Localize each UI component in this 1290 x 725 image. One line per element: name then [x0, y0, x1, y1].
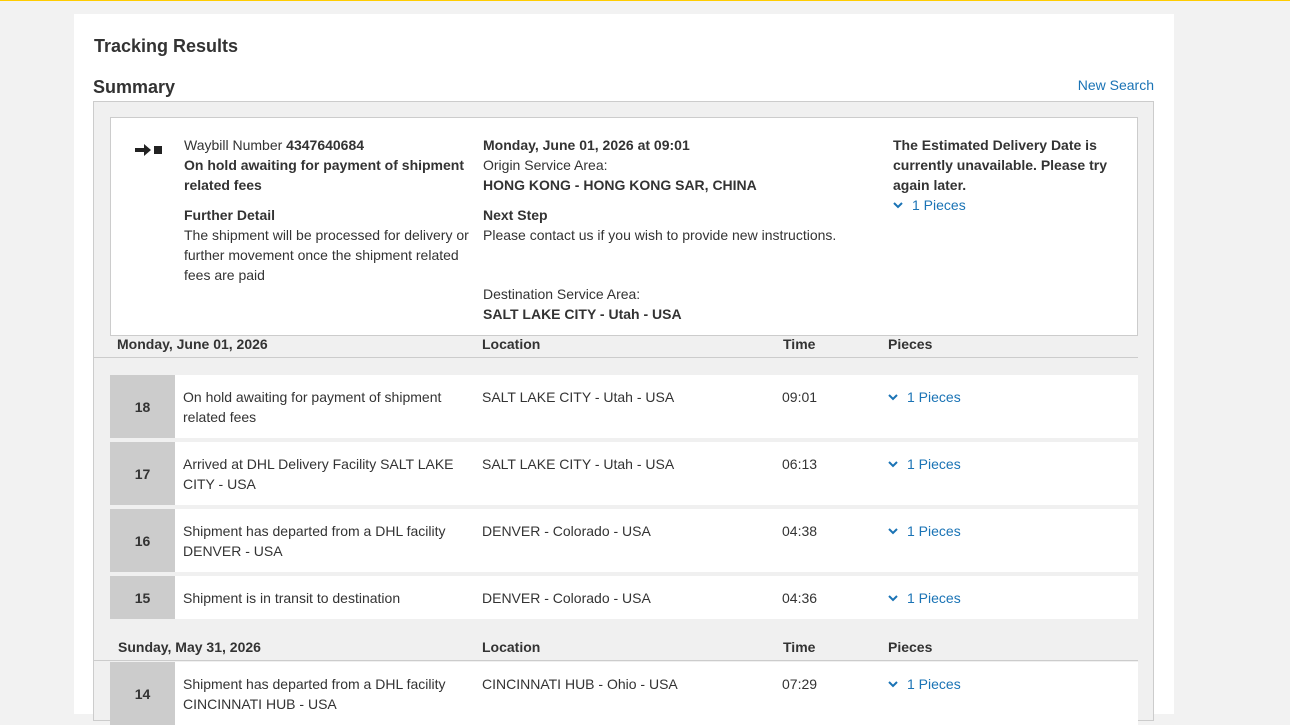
event-pieces-label: 1 Pieces — [907, 676, 961, 692]
event-location: SALT LAKE CITY - Utah - USA — [482, 456, 675, 472]
shipment-status: On hold awaiting for payment of shipment… — [184, 157, 465, 193]
event-pieces-label: 1 Pieces — [907, 590, 961, 606]
destination-label: Destination Service Area: — [483, 286, 641, 302]
destination-value: SALT LAKE CITY - Utah - USA — [483, 306, 682, 322]
origin-value: HONG KONG - HONG KONG SAR, CHINA — [483, 177, 757, 193]
event-number: 17 — [110, 442, 175, 505]
column-location: Location — [482, 336, 541, 352]
column-location: Location — [482, 639, 541, 655]
day-header: Monday, June 01, 2026 Location Time Piec… — [94, 336, 1138, 358]
event-pieces-label: 1 Pieces — [907, 456, 961, 472]
event-pieces-toggle[interactable]: 1 Pieces — [888, 674, 961, 694]
event-row: 14 Shipment has departed from a DHL faci… — [110, 662, 1138, 725]
summary-pieces-label: 1 Pieces — [912, 197, 966, 213]
summary-pieces-toggle[interactable]: 1 Pieces — [893, 195, 966, 215]
event-time: 07:29 — [782, 676, 818, 692]
event-row: 17 Arrived at DHL Delivery Facility SALT… — [110, 442, 1138, 505]
next-step-label: Next Step — [483, 207, 548, 223]
shipment-summary: Waybill Number 4347640684 On hold awaiti… — [110, 117, 1138, 336]
event-row: 18 On hold awaiting for payment of shipm… — [110, 375, 1138, 438]
event-number: 14 — [110, 662, 175, 725]
event-description: Shipment is in transit to destination — [183, 590, 401, 606]
waybill-label: Waybill Number — [184, 137, 283, 153]
results-panel: Waybill Number 4347640684 On hold awaiti… — [93, 101, 1154, 725]
chevron-down-icon — [893, 202, 903, 209]
shipment-arrow-icon — [135, 144, 162, 156]
chevron-down-icon — [888, 394, 898, 401]
summary-status-column: Waybill Number 4347640684 On hold awaiti… — [184, 135, 474, 285]
day-date: Sunday, May 31, 2026 — [118, 639, 261, 655]
summary-delivery-column: The Estimated Delivery Date is currently… — [893, 135, 1123, 215]
event-pieces-toggle[interactable]: 1 Pieces — [888, 521, 961, 541]
summary-route-column: Monday, June 01, 2026 at 09:01 Origin Se… — [483, 135, 863, 324]
column-pieces: Pieces — [888, 336, 933, 352]
event-number: 18 — [110, 375, 175, 438]
next-step-text: Please contact us if you wish to provide… — [483, 227, 837, 243]
event-description: On hold awaiting for payment of shipment… — [183, 389, 442, 425]
event-pieces-toggle[interactable]: 1 Pieces — [888, 454, 961, 474]
event-pieces-toggle[interactable]: 1 Pieces — [888, 387, 961, 407]
event-time: 09:01 — [782, 389, 818, 405]
column-time: Time — [783, 336, 816, 352]
event-description: Shipment has departed from a DHL facilit… — [183, 676, 446, 712]
day-date: Monday, June 01, 2026 — [117, 336, 268, 352]
further-detail-label: Further Detail — [184, 207, 276, 223]
column-pieces: Pieces — [888, 639, 933, 655]
event-location: SALT LAKE CITY - Utah - USA — [482, 389, 675, 405]
event-time: 04:36 — [782, 590, 818, 606]
event-number: 16 — [110, 509, 175, 572]
event-location: DENVER - Colorado - USA — [482, 523, 651, 539]
new-search-link[interactable]: New Search — [1078, 77, 1154, 93]
tracking-results-card: Tracking Results Summary New Search Wayb… — [74, 14, 1174, 725]
chevron-down-icon — [888, 681, 898, 688]
event-description: Shipment has departed from a DHL facilit… — [183, 523, 446, 559]
event-location: DENVER - Colorado - USA — [482, 590, 651, 606]
event-pieces-label: 1 Pieces — [907, 523, 961, 539]
summary-heading: Summary — [93, 77, 176, 97]
event-pieces-label: 1 Pieces — [907, 389, 961, 405]
chevron-down-icon — [888, 461, 898, 468]
estimated-delivery-text: The Estimated Delivery Date is currently… — [893, 137, 1107, 193]
event-description: Arrived at DHL Delivery Facility SALT LA… — [183, 456, 454, 492]
event-row: 15 Shipment is in transit to destination… — [110, 576, 1138, 619]
event-row: 16 Shipment has departed from a DHL faci… — [110, 509, 1138, 572]
waybill-number: 4347640684 — [286, 137, 365, 153]
page-title: Tracking Results — [94, 36, 239, 56]
origin-label: Origin Service Area: — [483, 157, 608, 173]
further-detail-text: The shipment will be processed for deliv… — [184, 227, 469, 283]
chevron-down-icon — [888, 528, 898, 535]
event-time: 06:13 — [782, 456, 818, 472]
waybill-line: Waybill Number 4347640684 — [184, 135, 474, 155]
chevron-down-icon — [888, 595, 898, 602]
event-time: 04:38 — [782, 523, 818, 539]
event-number: 15 — [110, 576, 175, 619]
day-header: Sunday, May 31, 2026 Location Time Piece… — [94, 639, 1138, 661]
top-accent-line — [0, 0, 1290, 1]
column-time: Time — [783, 639, 816, 655]
event-pieces-toggle[interactable]: 1 Pieces — [888, 588, 961, 608]
event-location: CINCINNATI HUB - Ohio - USA — [482, 676, 678, 692]
status-datetime: Monday, June 01, 2026 at 09:01 — [483, 137, 690, 153]
